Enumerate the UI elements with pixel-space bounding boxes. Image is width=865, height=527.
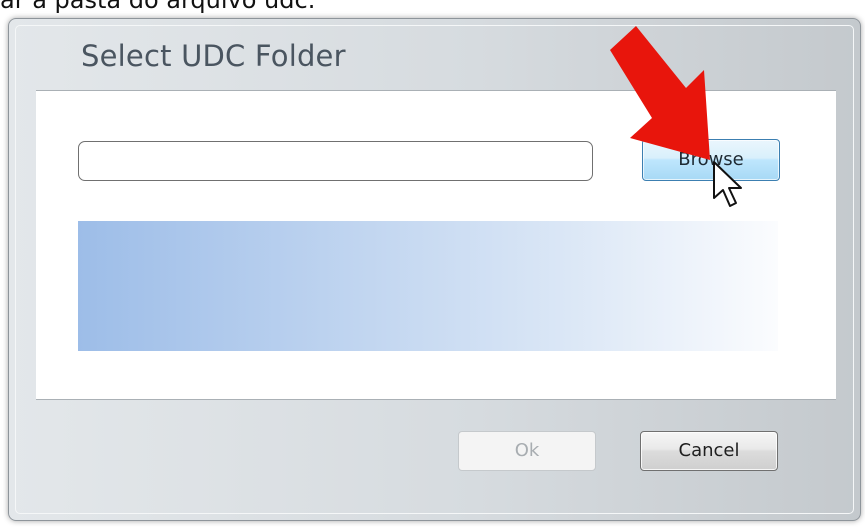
page: ar a pasta do arquivo udc. Select UDC Fo… — [0, 0, 865, 527]
ok-button[interactable]: Ok — [458, 431, 596, 471]
select-udc-folder-dialog: Select UDC Folder Browse Ok Cancel — [8, 18, 861, 521]
mouse-cursor-icon — [713, 161, 742, 207]
page-caption: ar a pasta do arquivo udc. — [0, 0, 316, 14]
cancel-button[interactable]: Cancel — [640, 431, 778, 471]
folder-path-input[interactable] — [78, 141, 593, 181]
dialog-title: Select UDC Folder — [81, 39, 346, 73]
red-arrow-icon — [610, 26, 710, 160]
progress-area — [78, 221, 778, 351]
